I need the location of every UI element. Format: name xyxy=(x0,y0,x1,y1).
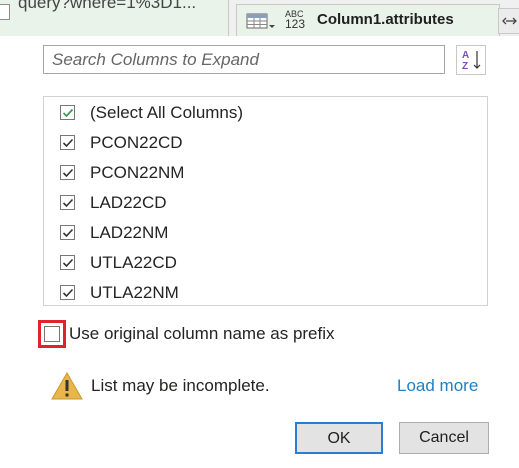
editor-header-strip: query?where=1%3D1... ABC 123 Column1.att… xyxy=(0,0,519,37)
query-cell: query?where=1%3D1... xyxy=(0,0,229,36)
load-more-link[interactable]: Load more xyxy=(397,374,478,398)
column-header[interactable]: ABC 123 Column1.attributes xyxy=(236,4,500,37)
prefix-checkbox[interactable] xyxy=(44,326,60,342)
document-icon xyxy=(0,4,10,20)
svg-text:Z: Z xyxy=(462,61,468,72)
check-icon xyxy=(62,138,74,148)
column-type-indicator: ABC 123 xyxy=(285,9,311,31)
column-name: Column1.attributes xyxy=(317,11,454,28)
select-all-checkbox[interactable] xyxy=(60,105,75,120)
column-checkbox[interactable] xyxy=(60,285,75,300)
column-checkbox[interactable] xyxy=(60,195,75,210)
svg-text:A: A xyxy=(462,50,469,61)
check-icon xyxy=(62,228,74,238)
column-checkbox[interactable] xyxy=(60,165,75,180)
query-text: query?where=1%3D1... xyxy=(18,0,197,12)
list-item-label: UTLA22CD xyxy=(90,253,177,272)
cancel-button[interactable]: Cancel xyxy=(399,422,489,454)
search-columns-input[interactable] xyxy=(43,45,445,74)
check-icon xyxy=(62,198,74,208)
check-icon xyxy=(62,258,74,268)
prefix-checkbox-highlight[interactable] xyxy=(38,320,66,348)
sort-az-icon: A Z xyxy=(462,50,481,72)
prefix-label: Use original column name as prefix xyxy=(69,324,335,343)
table-dropdown-icon[interactable] xyxy=(244,9,278,33)
ok-button[interactable]: OK xyxy=(295,422,383,454)
list-item-label: LAD22NM xyxy=(90,223,169,242)
warning-text: List may be incomplete. xyxy=(91,376,270,395)
prefix-option[interactable]: Use original column name as prefix xyxy=(38,320,368,350)
column-checkbox[interactable] xyxy=(60,255,75,270)
column-checkbox[interactable] xyxy=(60,135,75,150)
sort-az-button[interactable]: A Z xyxy=(456,45,486,75)
column-checkbox[interactable] xyxy=(60,225,75,240)
warning-icon xyxy=(50,371,84,401)
expand-arrows-icon xyxy=(502,17,517,25)
check-icon xyxy=(62,108,74,118)
list-item-label: LAD22CD xyxy=(90,193,167,212)
list-item-label: UTLA22NM xyxy=(90,283,179,302)
list-item-label: PCON22CD xyxy=(90,133,183,152)
list-item-label: (Select All Columns) xyxy=(90,103,244,122)
list-item-label: PCON22NM xyxy=(90,163,185,182)
type-number-label: 123 xyxy=(285,17,306,31)
expand-column-button[interactable] xyxy=(498,8,519,34)
check-icon xyxy=(62,288,74,298)
columns-list[interactable]: (Select All Columns) PCON22CD PCON22NM L… xyxy=(43,96,488,306)
check-icon xyxy=(62,168,74,178)
